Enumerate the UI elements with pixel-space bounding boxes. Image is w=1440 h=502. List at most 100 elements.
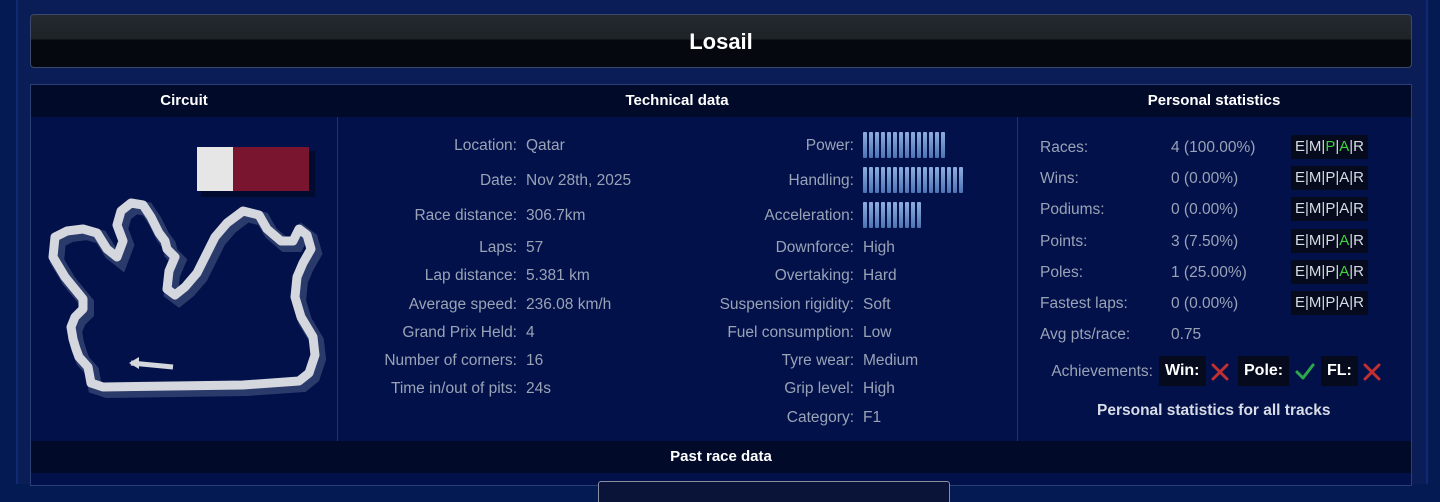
filter-letter-p[interactable]: P	[1325, 200, 1335, 217]
filter-letter-m[interactable]: M	[1309, 138, 1322, 155]
stat-label: Avg pts/race:	[1040, 326, 1131, 343]
cross-icon	[1363, 363, 1381, 381]
rating-bar-segment	[959, 167, 963, 193]
filter-letter-e[interactable]: E	[1295, 263, 1305, 280]
rating-bar-segment	[911, 202, 915, 228]
filter-letter-p[interactable]: P	[1325, 263, 1335, 280]
rating-bar	[863, 202, 921, 228]
tech-label: Location:	[454, 137, 517, 154]
circuit-header: Circuit	[31, 85, 337, 117]
stat-label: Points:	[1040, 233, 1088, 250]
tech-value: Hard	[863, 267, 897, 284]
result-filter: E|M|P|A|R	[1291, 166, 1369, 190]
tech-value: Low	[863, 324, 892, 341]
rating-bar-segment	[941, 167, 945, 193]
stat-value: 0 (0.00%)	[1171, 170, 1239, 187]
filter-letter-p[interactable]: P	[1325, 138, 1335, 155]
rating-bar-segment	[881, 167, 885, 193]
tech-label: Number of corners:	[384, 352, 517, 369]
achievement-win-label: Win:	[1165, 362, 1200, 379]
achievement-pole: Pole:	[1238, 356, 1290, 386]
stat-value: 3 (7.50%)	[1171, 233, 1239, 250]
filter-letter-m[interactable]: M	[1309, 169, 1322, 186]
rating-bar-segment	[905, 167, 909, 193]
rating-bar-segment	[905, 202, 909, 228]
rating-bar-segment	[917, 132, 921, 158]
filter-letter-m[interactable]: M	[1309, 263, 1322, 280]
tech-label: Tyre wear:	[781, 352, 854, 369]
filter-letter-m[interactable]: M	[1309, 200, 1322, 217]
filter-letter-a[interactable]: A	[1339, 138, 1349, 155]
result-filter: E|M|P|A|R	[1291, 135, 1369, 159]
filter-letter-r[interactable]: R	[1353, 232, 1364, 249]
tech-label: Handling:	[788, 172, 855, 189]
past-race-selector[interactable]	[598, 481, 950, 502]
filter-letter-p[interactable]: P	[1325, 294, 1335, 311]
tech-value: Qatar	[526, 137, 565, 154]
tech-label: Power:	[805, 137, 854, 154]
cross-icon	[1211, 363, 1229, 381]
filter-letter-e[interactable]: E	[1295, 169, 1305, 186]
filter-letter-m[interactable]: M	[1309, 232, 1322, 249]
track-title-bar: Losail	[30, 14, 1412, 68]
rating-bar-segment	[923, 167, 927, 193]
stat-label: Races:	[1040, 139, 1089, 156]
filter-letter-r[interactable]: R	[1353, 200, 1364, 217]
tech-value: 236.08 km/h	[526, 296, 612, 313]
stat-value: 0 (0.00%)	[1171, 295, 1239, 312]
achievement-fl-label: FL:	[1327, 362, 1352, 379]
all-tracks-stats-link[interactable]: Personal statistics for all tracks	[1097, 402, 1330, 420]
tech-value: 4	[526, 324, 535, 341]
filter-letter-a[interactable]: A	[1339, 294, 1349, 311]
filter-letter-a[interactable]: A	[1339, 169, 1349, 186]
rating-bar-segment	[899, 132, 903, 158]
filter-letter-e[interactable]: E	[1295, 294, 1305, 311]
rating-bar-segment	[893, 132, 897, 158]
rating-bar-segment	[893, 202, 897, 228]
result-filter: E|M|P|A|R	[1291, 260, 1369, 284]
rating-bar-segment	[917, 202, 921, 228]
rating-bar-segment	[881, 132, 885, 158]
stat-label: Wins:	[1040, 170, 1079, 187]
tech-label: Suspension rigidity:	[719, 296, 854, 313]
stat-label: Podiums:	[1040, 201, 1105, 218]
stat-value: 0 (0.00%)	[1171, 201, 1239, 218]
personal-header: Personal statistics	[1017, 85, 1411, 117]
filter-letter-a[interactable]: A	[1339, 200, 1349, 217]
achievement-win: Win:	[1159, 356, 1206, 386]
filter-letter-r[interactable]: R	[1353, 263, 1364, 280]
rating-bar-segment	[905, 132, 909, 158]
filter-letter-e[interactable]: E	[1295, 232, 1305, 249]
rating-bar-segment	[935, 132, 939, 158]
tech-value: 306.7km	[526, 207, 586, 224]
qatar-flag-icon	[197, 147, 315, 197]
rating-bar-segment	[863, 132, 867, 158]
tech-value: Nov 28th, 2025	[526, 172, 632, 189]
tech-value: High	[863, 380, 895, 397]
filter-letter-p[interactable]: P	[1325, 169, 1335, 186]
track-info-panel: Circuit Technical data Personal statisti…	[30, 84, 1412, 502]
stat-value: 0.75	[1171, 326, 1202, 343]
tech-value: 16	[526, 352, 544, 369]
rating-bar-segment	[929, 167, 933, 193]
rating-bar-segment	[869, 167, 873, 193]
filter-letter-r[interactable]: R	[1353, 294, 1364, 311]
rating-bar-segment	[911, 167, 915, 193]
tech-label: Grip level:	[784, 380, 854, 397]
rating-bar-segment	[911, 132, 915, 158]
filter-letter-r[interactable]: R	[1353, 138, 1364, 155]
page-title: Losail	[689, 29, 753, 54]
filter-letter-p[interactable]: P	[1325, 232, 1335, 249]
filter-letter-e[interactable]: E	[1295, 138, 1305, 155]
tech-label: Overtaking:	[774, 267, 854, 284]
filter-letter-e[interactable]: E	[1295, 200, 1305, 217]
rating-bar-segment	[947, 167, 951, 193]
filter-letter-a[interactable]: A	[1339, 232, 1349, 249]
filter-letter-a[interactable]: A	[1339, 263, 1349, 280]
check-icon	[1295, 363, 1315, 380]
tech-label: Category:	[786, 409, 854, 426]
filter-letter-m[interactable]: M	[1309, 294, 1322, 311]
filter-letter-r[interactable]: R	[1353, 169, 1364, 186]
rating-bar-segment	[941, 132, 945, 158]
tech-label: Acceleration:	[764, 207, 854, 224]
